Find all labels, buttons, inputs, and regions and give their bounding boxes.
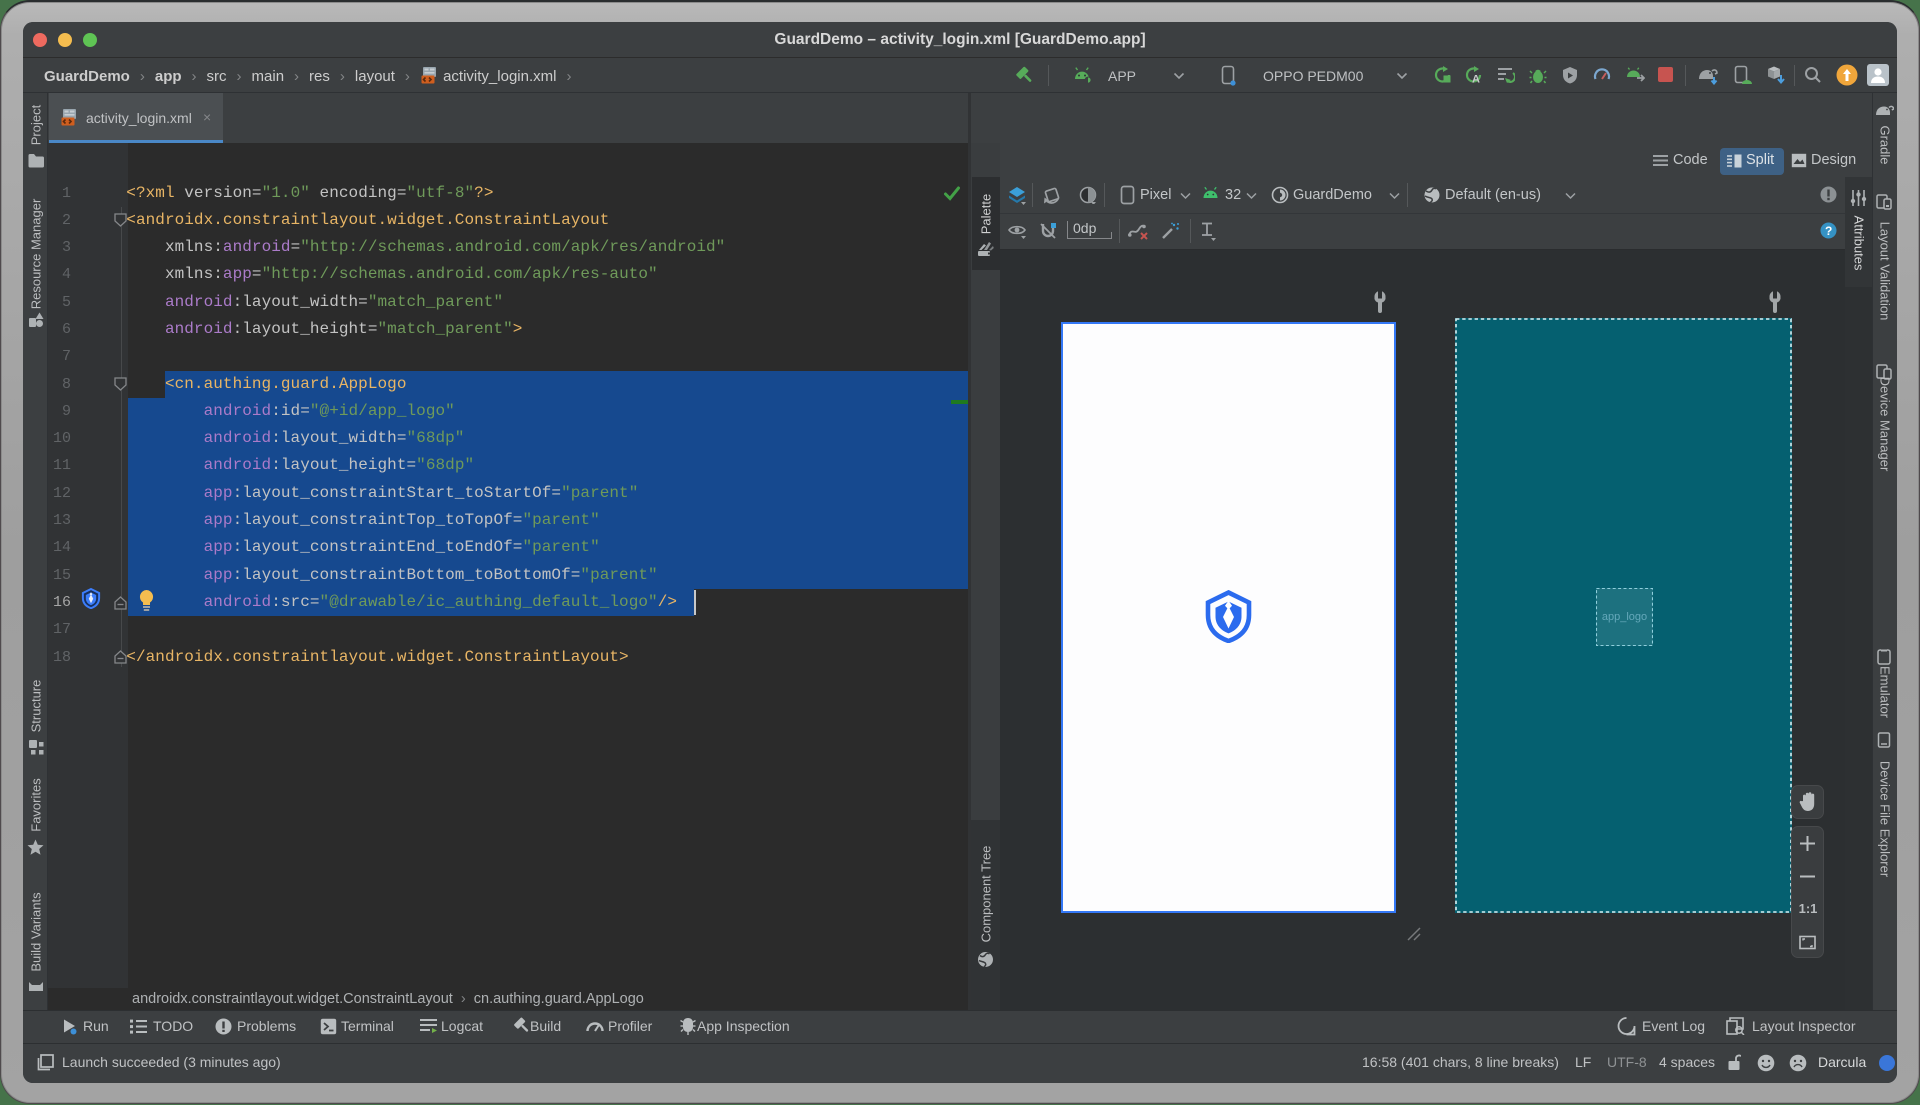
svg-text:A: A: [1472, 74, 1480, 85]
svg-text:?: ?: [1825, 224, 1832, 238]
